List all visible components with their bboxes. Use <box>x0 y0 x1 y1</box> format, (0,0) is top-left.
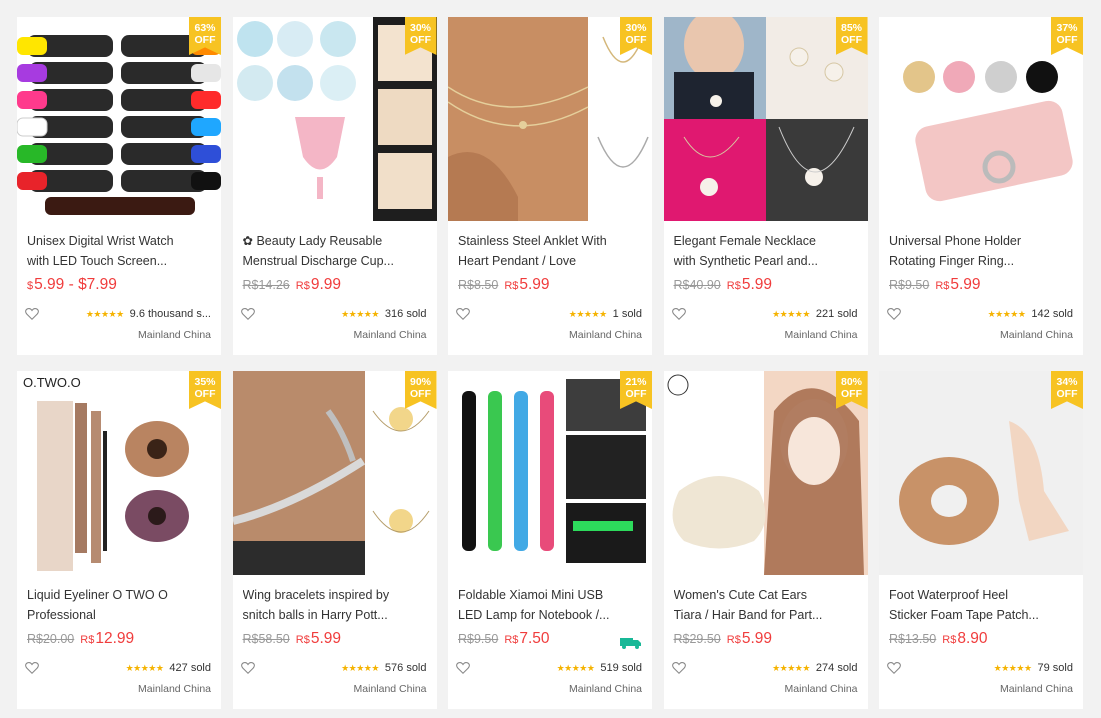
sold-count: 221 sold <box>815 308 858 320</box>
ships-from: Mainland China <box>138 683 211 695</box>
heart-icon[interactable] <box>887 307 901 321</box>
price: R$20.00 R$12.99 <box>27 630 135 647</box>
star-rating: ★★★★★ <box>341 308 379 319</box>
brand-logo: O.TWO.O <box>23 375 81 390</box>
product-title[interactable]: Elegant Female Necklace with Synthetic Pe… <box>674 231 858 271</box>
heart-icon[interactable] <box>25 661 39 675</box>
current-price: 5.99 <box>519 276 550 293</box>
original-price: R$9.50 <box>458 632 499 646</box>
sold-count: 79 sold <box>1037 662 1073 674</box>
price: R$8.50 R$5.99 <box>458 276 550 293</box>
product-title[interactable]: Unisex Digital Wrist Watch with LED Touch… <box>27 231 211 271</box>
current-price: 7.50 <box>519 630 550 647</box>
product-title[interactable]: Foldable Xiamoi Mini USB LED Lamp for Not… <box>458 585 642 625</box>
ships-from: Mainland China <box>784 329 858 341</box>
star-rating: ★★★★★ <box>772 308 810 319</box>
heart-icon[interactable] <box>240 307 255 321</box>
ships-from: Mainland China <box>353 683 427 695</box>
star-rating: ★★★★★ <box>341 662 379 673</box>
original-price: R$29.50 <box>673 632 721 646</box>
current-price: 5.99 <box>741 276 772 293</box>
price: R$13.50 R$8.90 <box>889 630 988 647</box>
product-card[interactable]: 90% OFF Wing bracelets inspired by snitch … <box>232 371 437 709</box>
product-card[interactable]: 21% OFF Foldable Xiamoi Mini USB LED Lamp … <box>448 371 652 709</box>
price: $5.99 - $7.99 <box>27 276 117 293</box>
product-title[interactable]: Liquid Eyeliner O TWO O Professional <box>27 585 211 625</box>
original-price: R$40.90 <box>673 278 721 292</box>
product-card[interactable]: 85% OFF Elegant Female Necklace with Synth… <box>663 17 868 355</box>
product-title[interactable]: Wing bracelets inspired by snitch balls i… <box>243 585 427 625</box>
sold-count: 274 sold <box>815 662 858 674</box>
product-grid: 63% OFF Unisex Digital Wrist Watch with LE… <box>17 17 1083 709</box>
original-price: R$8.50 <box>458 278 499 292</box>
original-price: R$9.50 <box>889 278 930 292</box>
original-price: R$20.00 <box>27 632 75 646</box>
sold-count: 576 sold <box>384 662 427 674</box>
sold-count: 316 sold <box>384 308 427 320</box>
product-card[interactable]: 34% OFF Foot Waterproof Heel Sticker Foam … <box>879 371 1083 709</box>
star-rating: ★★★★★ <box>568 308 607 319</box>
product-card[interactable]: 30% OFF Stainless Steel Anklet With Heart … <box>448 17 652 355</box>
star-rating: ★★★★★ <box>85 308 124 319</box>
original-price: R$13.50 <box>889 632 937 646</box>
star-rating: ★★★★★ <box>772 662 810 673</box>
current-price: 5.99 <box>741 630 772 647</box>
current-price: 8.90 <box>957 630 988 647</box>
heart-icon[interactable] <box>671 307 686 321</box>
original-price: R$14.26 <box>242 278 290 292</box>
ships-from: Mainland China <box>138 329 211 341</box>
product-card[interactable]: 30% OFF ✿ Beauty Lady Reusable Menstrual D… <box>232 17 437 355</box>
price: R$58.50 R$5.99 <box>242 630 342 647</box>
product-card[interactable]: 37% OFF Universal Phone Holder Rotating Fi… <box>879 17 1083 355</box>
current-price: 5.99 <box>950 276 981 293</box>
original-price: R$58.50 <box>242 632 290 646</box>
star-rating: ★★★★★ <box>987 308 1026 319</box>
product-title[interactable]: ✿ Beauty Lady Reusable Menstrual Discharg… <box>243 231 427 271</box>
ships-from: Mainland China <box>569 683 642 695</box>
ships-from: Mainland China <box>1000 683 1073 695</box>
product-card[interactable]: 63% OFF Unisex Digital Wrist Watch with LE… <box>17 17 221 355</box>
heart-icon[interactable] <box>240 661 255 675</box>
price: R$9.50 R$5.99 <box>889 276 981 293</box>
price: R$40.90 R$5.99 <box>673 276 773 293</box>
sold-count: 427 sold <box>169 662 211 674</box>
price: R$29.50 R$5.99 <box>673 630 773 647</box>
heart-icon[interactable] <box>887 661 901 675</box>
current-price: 5.99 - $7.99 <box>34 276 117 293</box>
current-price: 9.99 <box>310 276 341 293</box>
price: R$14.26 R$9.99 <box>242 276 342 293</box>
star-rating: ★★★★★ <box>125 662 164 673</box>
product-title[interactable]: Universal Phone Holder Rotating Finger Ri… <box>889 231 1073 271</box>
heart-icon[interactable] <box>671 661 686 675</box>
product-card[interactable]: O.TWO.O 35% OFF Liquid Eyeliner O TWO O Pr… <box>17 371 221 709</box>
heart-icon[interactable] <box>25 307 39 321</box>
ships-from: Mainland China <box>784 683 858 695</box>
star-rating: ★★★★★ <box>556 662 595 673</box>
ships-from: Mainland China <box>353 329 427 341</box>
current-price: 12.99 <box>95 630 135 647</box>
product-title[interactable]: Foot Waterproof Heel Sticker Foam Tape Pa… <box>889 585 1073 625</box>
sold-count: 519 sold <box>600 662 642 674</box>
heart-icon[interactable] <box>456 661 470 675</box>
current-price: 5.99 <box>310 630 341 647</box>
sold-count: 142 sold <box>1031 308 1073 320</box>
ships-from: Mainland China <box>569 329 642 341</box>
ships-from: Mainland China <box>1000 329 1073 341</box>
product-title[interactable]: Stainless Steel Anklet With Heart Pendant… <box>458 231 642 271</box>
truck-icon <box>620 638 641 649</box>
price: R$9.50 R$7.50 <box>458 630 550 647</box>
star-rating: ★★★★★ <box>993 662 1032 673</box>
product-card[interactable]: 80% OFF Women's Cute Cat Ears Tiara / Hair… <box>663 371 868 709</box>
heart-icon[interactable] <box>456 307 470 321</box>
sold-count: 1 sold <box>612 308 642 320</box>
sold-count: 9.6 thousand s... <box>129 308 211 320</box>
product-title[interactable]: Women's Cute Cat Ears Tiara / Hair Band f… <box>674 585 858 625</box>
